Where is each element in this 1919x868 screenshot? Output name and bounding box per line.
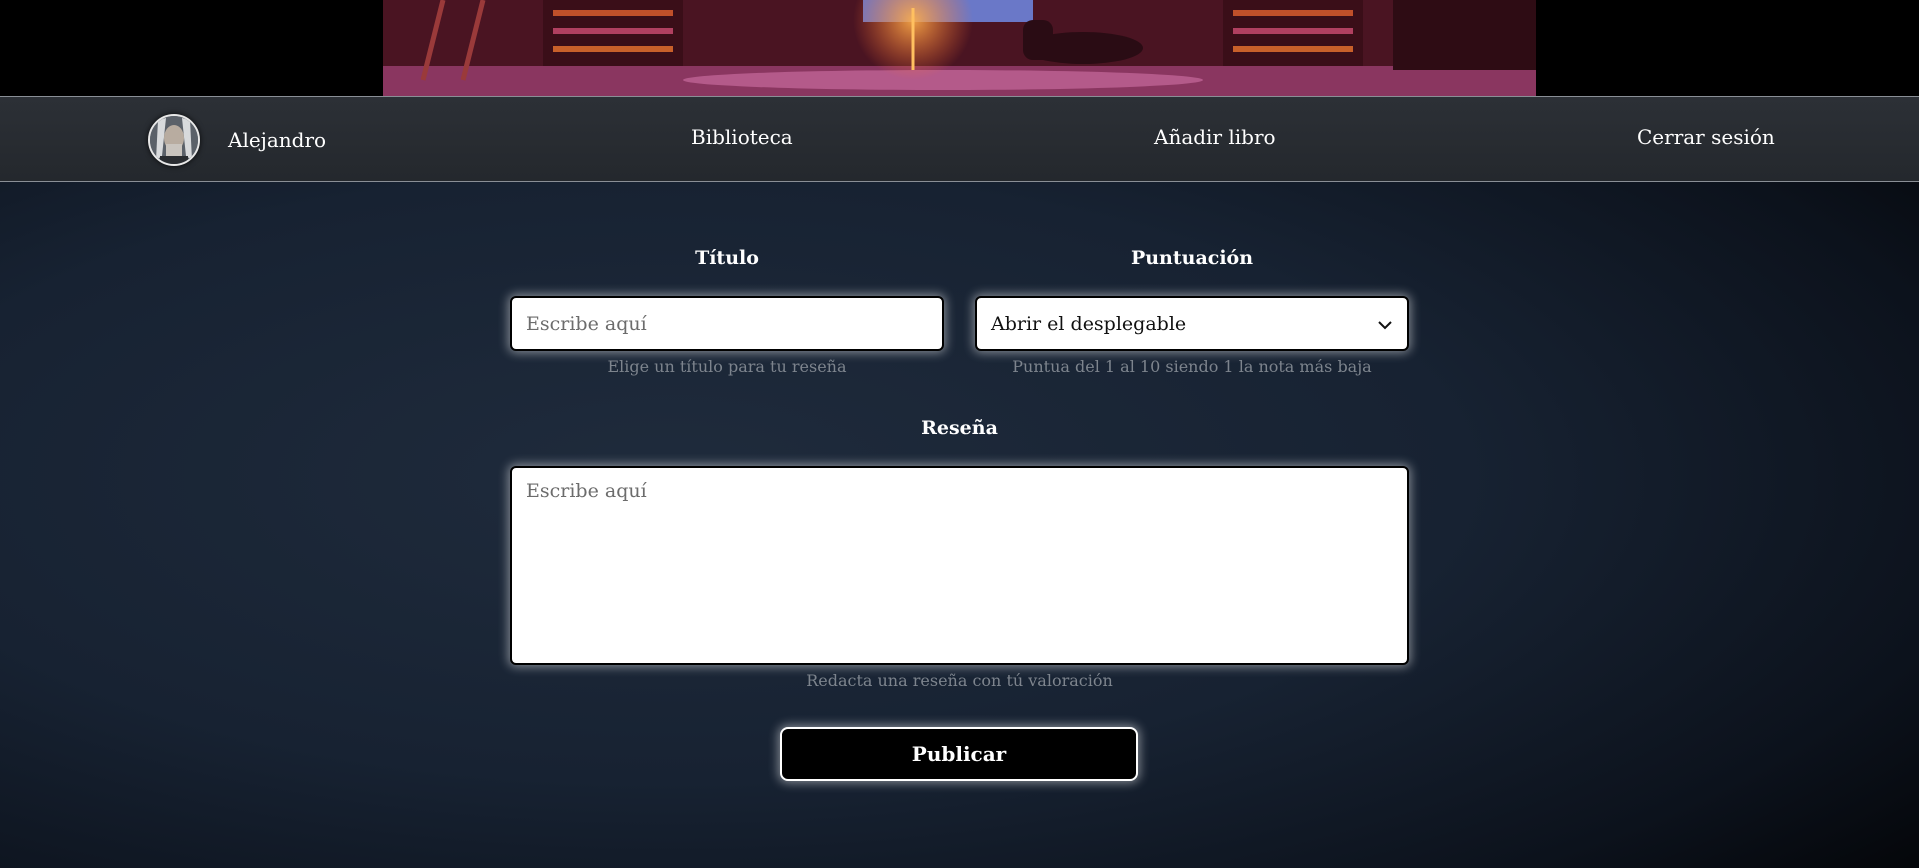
user-profile-link[interactable]: Alejandro [148, 114, 326, 166]
title-label: Título [695, 247, 759, 269]
review-label: Reseña [921, 417, 998, 439]
chevron-down-icon [1377, 313, 1393, 335]
score-select[interactable]: Abrir el desplegable [975, 296, 1409, 351]
nav-library-link[interactable]: Biblioteca [691, 125, 793, 149]
nav-logout-link[interactable]: Cerrar sesión [1637, 125, 1775, 149]
score-label: Puntuación [1130, 247, 1254, 269]
publish-button[interactable]: Publicar [780, 727, 1138, 781]
library-banner-image [383, 0, 1536, 96]
title-input[interactable] [510, 296, 944, 351]
score-hint: Puntua del 1 al 10 siendo 1 la nota más … [1012, 357, 1372, 376]
title-hint: Elige un título para tu reseña [607, 357, 847, 376]
score-select-value: Abrir el desplegable [991, 312, 1187, 335]
top-navbar: Alejandro Biblioteca Añadir libro Cerrar… [0, 96, 1919, 182]
header-banner [0, 0, 1919, 96]
user-avatar-icon [148, 114, 200, 166]
username-label[interactable]: Alejandro [228, 128, 326, 152]
review-hint: Redacta una reseña con tú valoración [806, 671, 1113, 690]
nav-add-book-link[interactable]: Añadir libro [1154, 125, 1276, 149]
review-textarea[interactable] [510, 466, 1409, 665]
